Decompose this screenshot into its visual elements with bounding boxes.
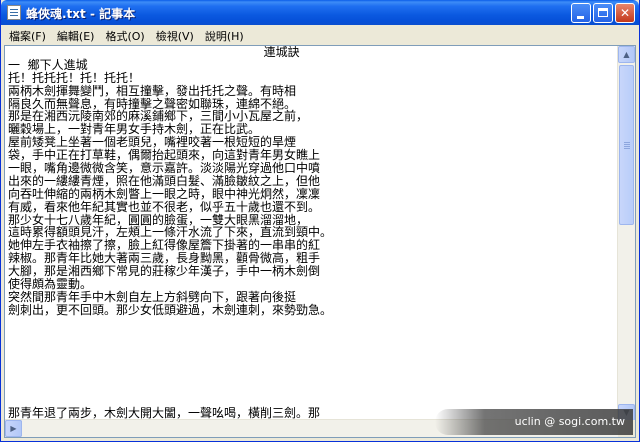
maximize-button[interactable] <box>593 3 613 23</box>
minimize-icon <box>577 16 584 19</box>
grip-icon <box>624 142 630 143</box>
text-line: 劍刺出，更不回頭。那少女低頭避過，木劍連刺，來勢勁急。 <box>8 302 333 317</box>
arrow-right-icon: ▶ <box>10 424 17 433</box>
minimize-button[interactable] <box>571 3 591 23</box>
notepad-icon[interactable] <box>7 5 21 20</box>
text-line <box>8 394 618 407</box>
menu-format[interactable]: 格式(O) <box>100 25 150 44</box>
watermark: uclin @ sogi.com.tw <box>435 409 633 435</box>
text-line <box>8 317 618 330</box>
text-line <box>8 355 618 368</box>
menu-edit[interactable]: 編輯(E) <box>52 25 101 44</box>
text-line: 有威，看來他年紀其實也並不很老，似乎五十歲也還不到。 <box>8 199 321 214</box>
text-line: 一眼，嘴角邊微微含笑，意示嘉許。淡淡陽光穿過他口中噴 <box>8 161 321 176</box>
vertical-scrollbar[interactable]: ▲ ▼ <box>617 46 635 421</box>
text-line: 一 鄉下人進城 <box>8 57 88 72</box>
scroll-right-button[interactable]: ▶ <box>5 420 22 437</box>
arrow-up-icon: ▲ <box>623 50 630 59</box>
text-line: 使得頗為靈動。 <box>8 277 93 292</box>
text-line <box>8 330 618 343</box>
text-line <box>8 342 618 355</box>
close-button[interactable]: ✕ <box>615 3 635 23</box>
text-line: 兩柄木劍揮舞變鬥，相互撞擊，發出托托之聲。有時相 <box>8 83 297 98</box>
maximize-icon <box>598 8 608 17</box>
text-line: 托！托托托！托！托托！ <box>8 70 141 85</box>
vertical-scroll-thumb[interactable] <box>619 65 634 225</box>
text-line: 連城訣 <box>8 46 300 59</box>
menu-view[interactable]: 檢視(V) <box>151 25 200 44</box>
close-icon: ✕ <box>619 6 631 20</box>
menu-file[interactable]: 檔案(F) <box>4 25 52 44</box>
scroll-up-button[interactable]: ▲ <box>618 46 635 63</box>
text-line: 出來的一縷縷青煙，照在他滿頭白髮、滿臉皺紋之上，但他 <box>8 173 321 188</box>
document-text[interactable]: 連城訣一 鄉下人進城 托！托托托！托！托托！ 兩柄木劍揮舞變鬥，相互撞擊，發出托托之… <box>8 46 618 421</box>
menu-bar: 檔案(F) 編輯(E) 格式(O) 檢視(V) 說明(H) <box>4 25 636 44</box>
notepad-window: 蜂俠魂.txt - 記事本 ✕ 檔案(F) 編輯(E) 格式(O) 檢視(V) 說明(H… <box>0 0 640 442</box>
window-title: 蜂俠魂.txt - 記事本 <box>26 7 136 21</box>
text-line: 大腳，那是湘西鄉下常見的莊稼少年漢子，手中一柄木劍倒 <box>8 264 321 279</box>
text-editor[interactable]: 連城訣一 鄉下人進城 托！托托托！托！托托！ 兩柄木劍揮舞變鬥，相互撞擊，發出托托之… <box>4 45 636 438</box>
title-bar[interactable]: 蜂俠魂.txt - 記事本 ✕ <box>1 0 639 25</box>
text-line <box>8 381 618 394</box>
menu-help[interactable]: 說明(H) <box>200 25 250 44</box>
text-line: 向吞吐伸縮的兩柄木劍瞥上一眼之時，眼中神光炯然，凜凜 <box>8 186 321 201</box>
text-line <box>8 368 618 381</box>
text-line: 突然間那青年手中木劍自左上方斜劈向下，跟著向後挺 <box>8 289 297 304</box>
